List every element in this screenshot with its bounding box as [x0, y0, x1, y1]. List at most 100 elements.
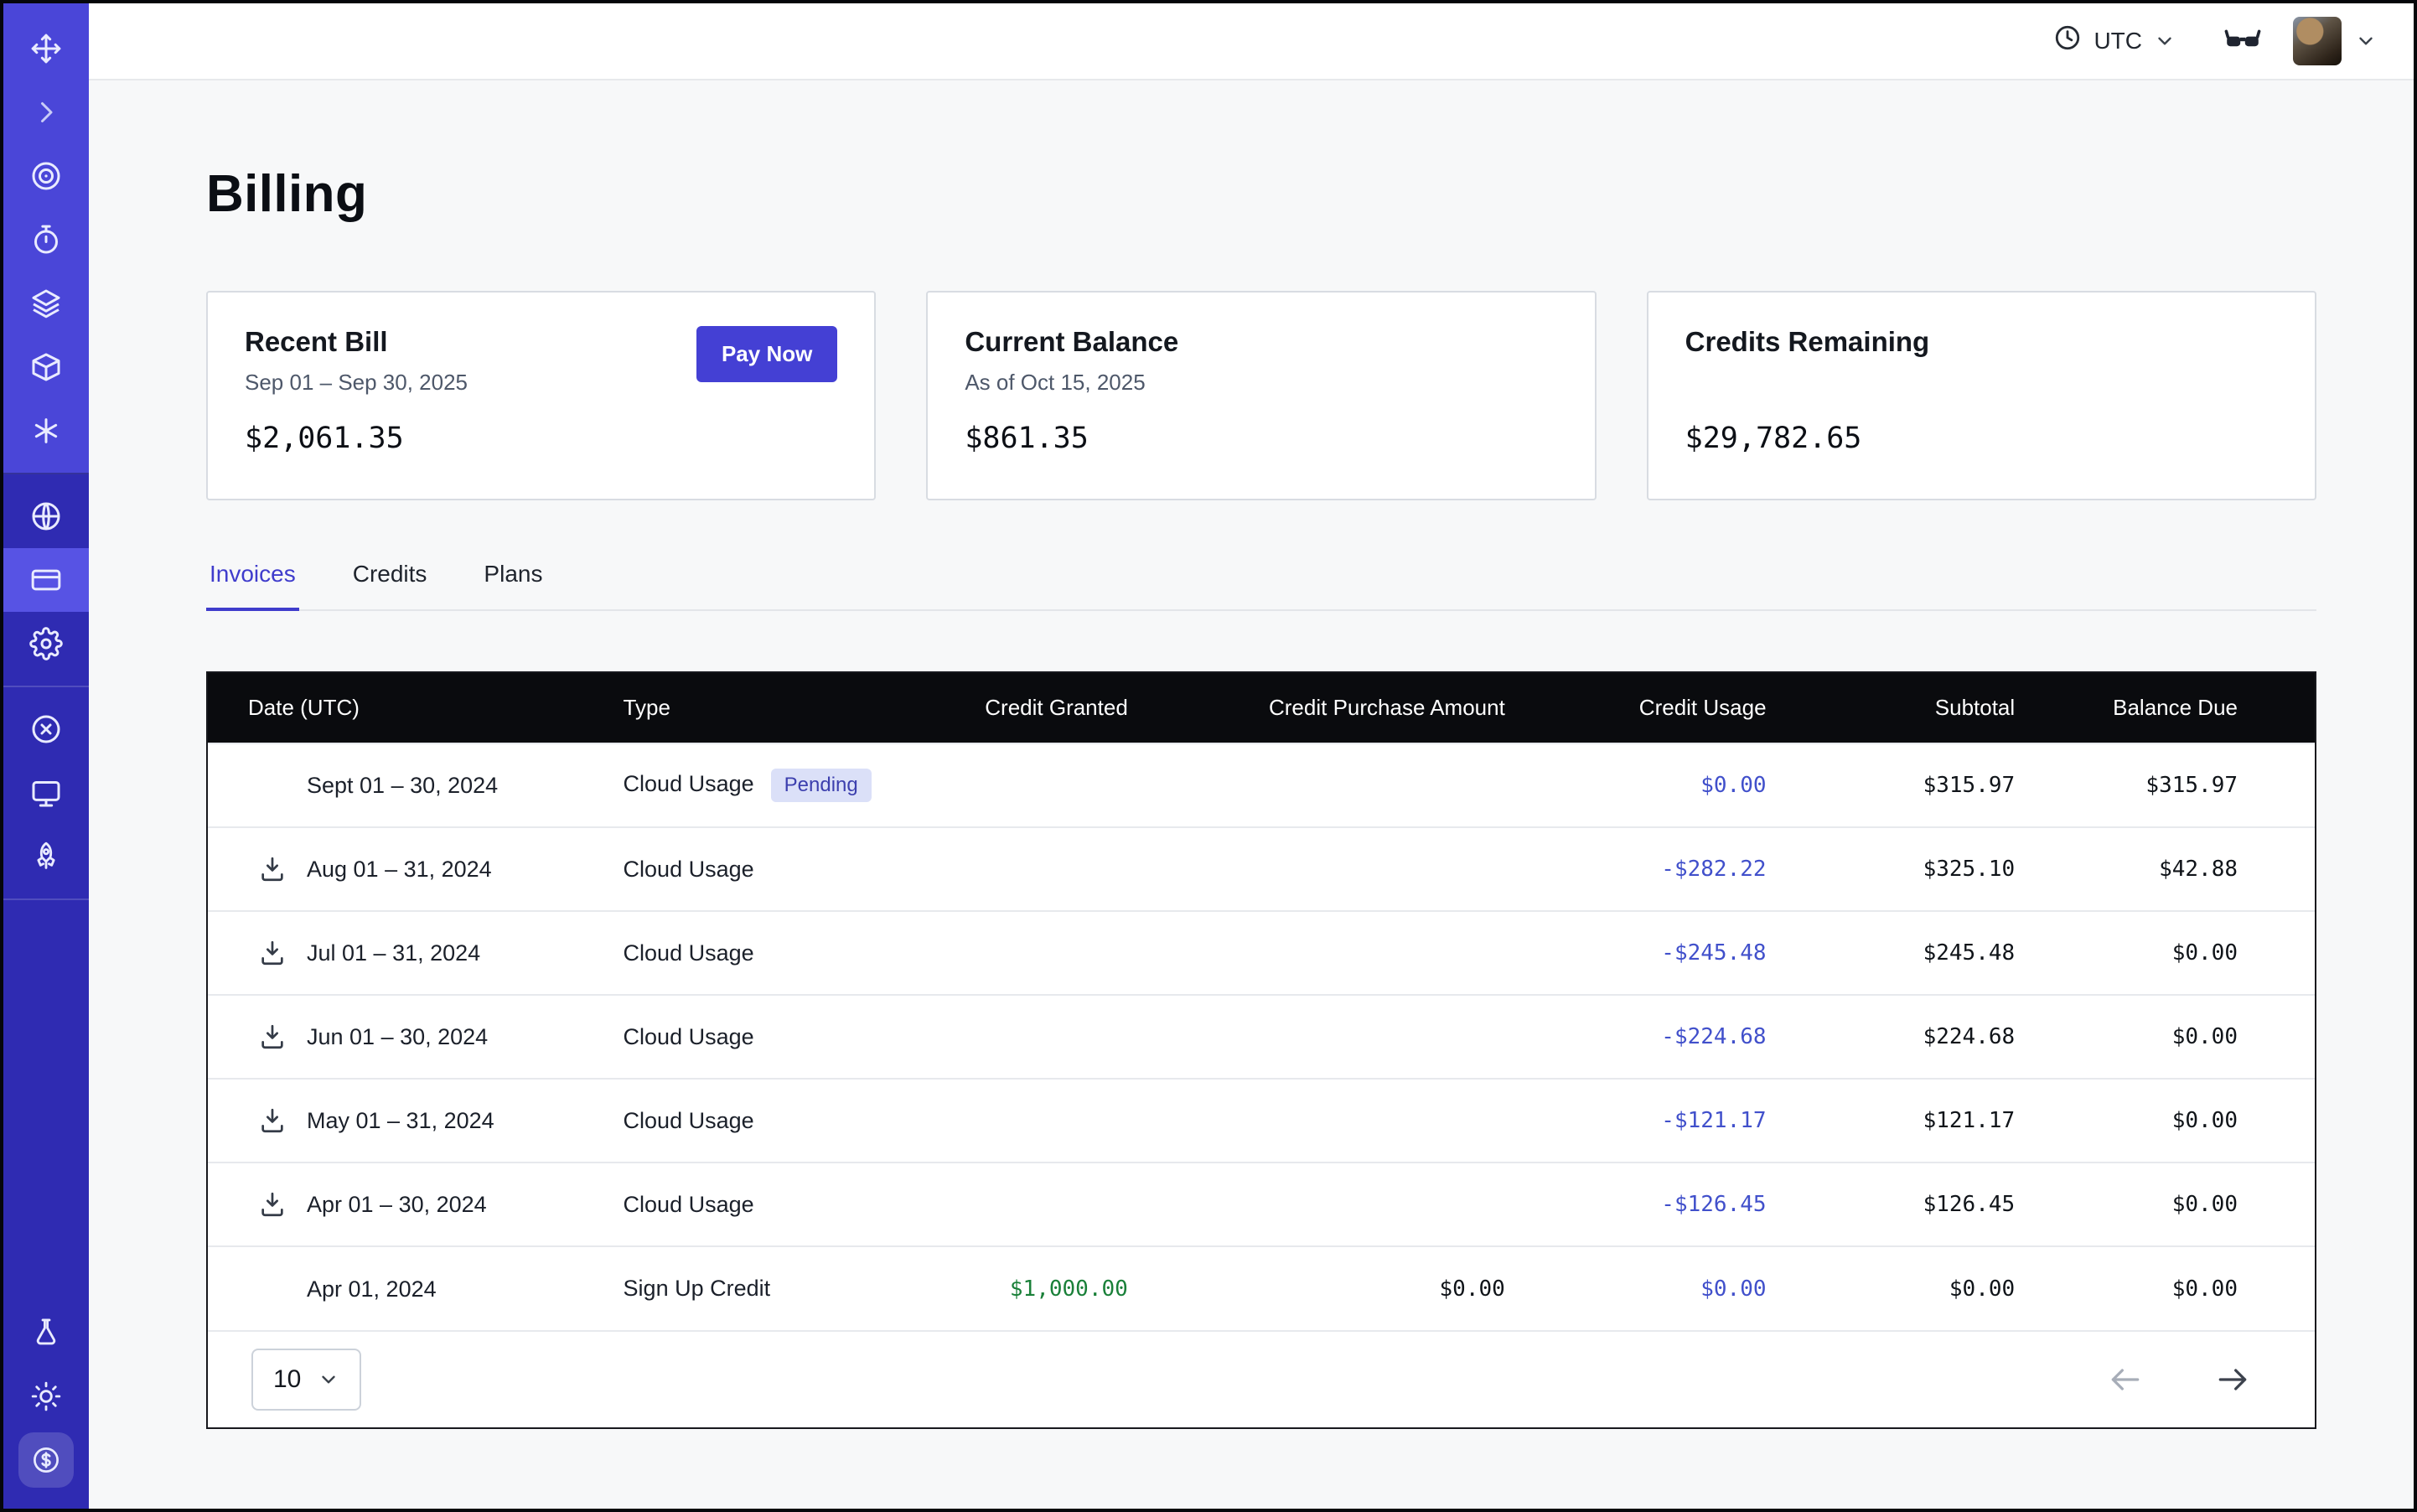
balance-due-cell: $315.97: [2045, 743, 2315, 827]
column-header: Date (UTC): [208, 673, 592, 743]
sidebar-section-top: [3, 3, 89, 474]
invoice-type: Cloud Usage: [624, 771, 754, 796]
credit-usage-cell: -$126.45: [1535, 1162, 1797, 1246]
sidebar-section-middle: [3, 474, 89, 687]
table-row: Jul 01 – 31, 2024 Cloud Usage -$245.48 $…: [208, 911, 2315, 995]
recent-bill-card: Recent Bill Sep 01 – Sep 30, 2025 Pay No…: [206, 291, 876, 500]
card-amount: $29,782.65: [1685, 422, 2278, 455]
card-amount: $861.35: [965, 422, 1557, 455]
balance-due-cell: $0.00: [2045, 1162, 2315, 1246]
credit-usage-cell: $0.00: [1535, 743, 1797, 827]
invoice-type: Sign Up Credit: [624, 1276, 771, 1301]
credit-granted-cell: [908, 1162, 1158, 1246]
credit-usage-cell: -$245.48: [1535, 911, 1797, 995]
page-title: Billing: [206, 164, 2316, 224]
card-amount: $2,061.35: [245, 422, 837, 455]
table-footer: 10: [208, 1330, 2315, 1427]
column-header: Subtotal: [1797, 673, 2046, 743]
target-icon[interactable]: [3, 144, 89, 208]
card-subtitle: As of Oct 15, 2025: [965, 370, 1178, 396]
dollar-icon[interactable]: [3, 1428, 89, 1492]
flask-icon[interactable]: [3, 1301, 89, 1364]
move-icon[interactable]: [3, 17, 89, 80]
invoices-table: Date (UTC)TypeCredit GrantedCredit Purch…: [206, 671, 2316, 1429]
chevron-down-icon: [2355, 30, 2377, 52]
card-subtitle: [1685, 370, 1930, 396]
card-title: Credits Remaining: [1685, 326, 1930, 358]
subtotal-cell: $121.17: [1797, 1079, 2046, 1162]
invoice-type: Cloud Usage: [624, 857, 754, 882]
invoice-table-body: Sept 01 – 30, 2024 Cloud UsagePending $0…: [208, 743, 2315, 1330]
asterisk-icon[interactable]: [3, 399, 89, 463]
layers-icon[interactable]: [3, 272, 89, 335]
goggles-icon[interactable]: [2223, 21, 2263, 61]
credit-granted-cell: [908, 911, 1158, 995]
subtotal-cell: $0.00: [1797, 1246, 2046, 1330]
balance-due-cell: $0.00: [2045, 1246, 2315, 1330]
subtotal-cell: $224.68: [1797, 995, 2046, 1079]
subtotal-cell: $325.10: [1797, 827, 2046, 911]
dollar-icon-background: [18, 1432, 74, 1488]
sidebar-section-bottom: [3, 1301, 89, 1509]
next-page-button[interactable]: [2214, 1361, 2251, 1398]
timer-icon[interactable]: [3, 208, 89, 272]
balance-due-cell: $42.88: [2045, 827, 2315, 911]
timezone-selector[interactable]: UTC: [2053, 23, 2176, 59]
circle-x-icon[interactable]: [3, 697, 89, 761]
invoice-table-head-row: Date (UTC)TypeCredit GrantedCredit Purch…: [208, 673, 2315, 743]
download-invoice-button[interactable]: [258, 855, 292, 883]
monitor-icon[interactable]: [3, 761, 89, 825]
gear-icon[interactable]: [3, 612, 89, 676]
invoice-date: Jun 01 – 30, 2024: [307, 1024, 488, 1049]
subtotal-cell: $245.48: [1797, 911, 2046, 995]
column-header: Credit Usage: [1535, 673, 1797, 743]
clock-icon: [2053, 23, 2082, 59]
balance-due-cell: $0.00: [2045, 1079, 2315, 1162]
download-invoice-button[interactable]: [258, 1190, 292, 1219]
credit-usage-cell: -$121.17: [1535, 1079, 1797, 1162]
app-window: UTC Billing: [0, 0, 2417, 1512]
rocket-icon[interactable]: [3, 825, 89, 888]
tab-credits[interactable]: Credits: [349, 551, 431, 611]
tabs: Invoices Credits Plans: [206, 551, 2316, 611]
chevron-down-icon: [2154, 30, 2176, 52]
subtotal-cell: $126.45: [1797, 1162, 2046, 1246]
package-icon[interactable]: [3, 335, 89, 399]
sidebar-section-lower: [3, 687, 89, 900]
card-title: Recent Bill: [245, 326, 468, 358]
invoice-date: Apr 01, 2024: [307, 1276, 437, 1302]
credit-purchase-cell: [1158, 1162, 1535, 1246]
table-row: Sept 01 – 30, 2024 Cloud UsagePending $0…: [208, 743, 2315, 827]
status-badge: Pending: [771, 769, 872, 802]
card-title: Current Balance: [965, 326, 1178, 358]
download-invoice-button[interactable]: [258, 1106, 292, 1135]
download-invoice-button[interactable]: [258, 939, 292, 967]
invoice-type: Cloud Usage: [624, 1108, 754, 1133]
globe-icon[interactable]: [3, 484, 89, 548]
credit-purchase-cell: [1158, 827, 1535, 911]
balance-due-cell: $0.00: [2045, 911, 2315, 995]
table-row: Apr 01, 2024 Sign Up Credit $1,000.00 $0…: [208, 1246, 2315, 1330]
tab-invoices[interactable]: Invoices: [206, 551, 299, 611]
credit-purchase-cell: [1158, 995, 1535, 1079]
prev-page-button[interactable]: [2107, 1361, 2144, 1398]
pay-now-button[interactable]: Pay Now: [696, 326, 837, 382]
credit-usage-cell: $0.00: [1535, 1246, 1797, 1330]
page-size-select[interactable]: 10: [251, 1349, 361, 1411]
table-row: Jun 01 – 30, 2024 Cloud Usage -$224.68 $…: [208, 995, 2315, 1079]
sun-icon[interactable]: [3, 1364, 89, 1428]
download-invoice-button[interactable]: [258, 1023, 292, 1051]
column-header: Credit Purchase Amount: [1158, 673, 1535, 743]
credit-granted-cell: $1,000.00: [908, 1246, 1158, 1330]
credit-granted-cell: [908, 743, 1158, 827]
chevron-right-icon[interactable]: [3, 80, 89, 144]
tab-plans[interactable]: Plans: [480, 551, 546, 611]
user-menu[interactable]: [2293, 17, 2377, 65]
table-row: May 01 – 31, 2024 Cloud Usage -$121.17 $…: [208, 1079, 2315, 1162]
balance-due-cell: $0.00: [2045, 995, 2315, 1079]
credit-card-icon[interactable]: [3, 548, 89, 612]
credit-purchase-cell: [1158, 911, 1535, 995]
invoice-date: Aug 01 – 31, 2024: [307, 857, 492, 882]
credits-remaining-card: Credits Remaining $29,782.65: [1647, 291, 2316, 500]
column-header: Type: [592, 673, 908, 743]
